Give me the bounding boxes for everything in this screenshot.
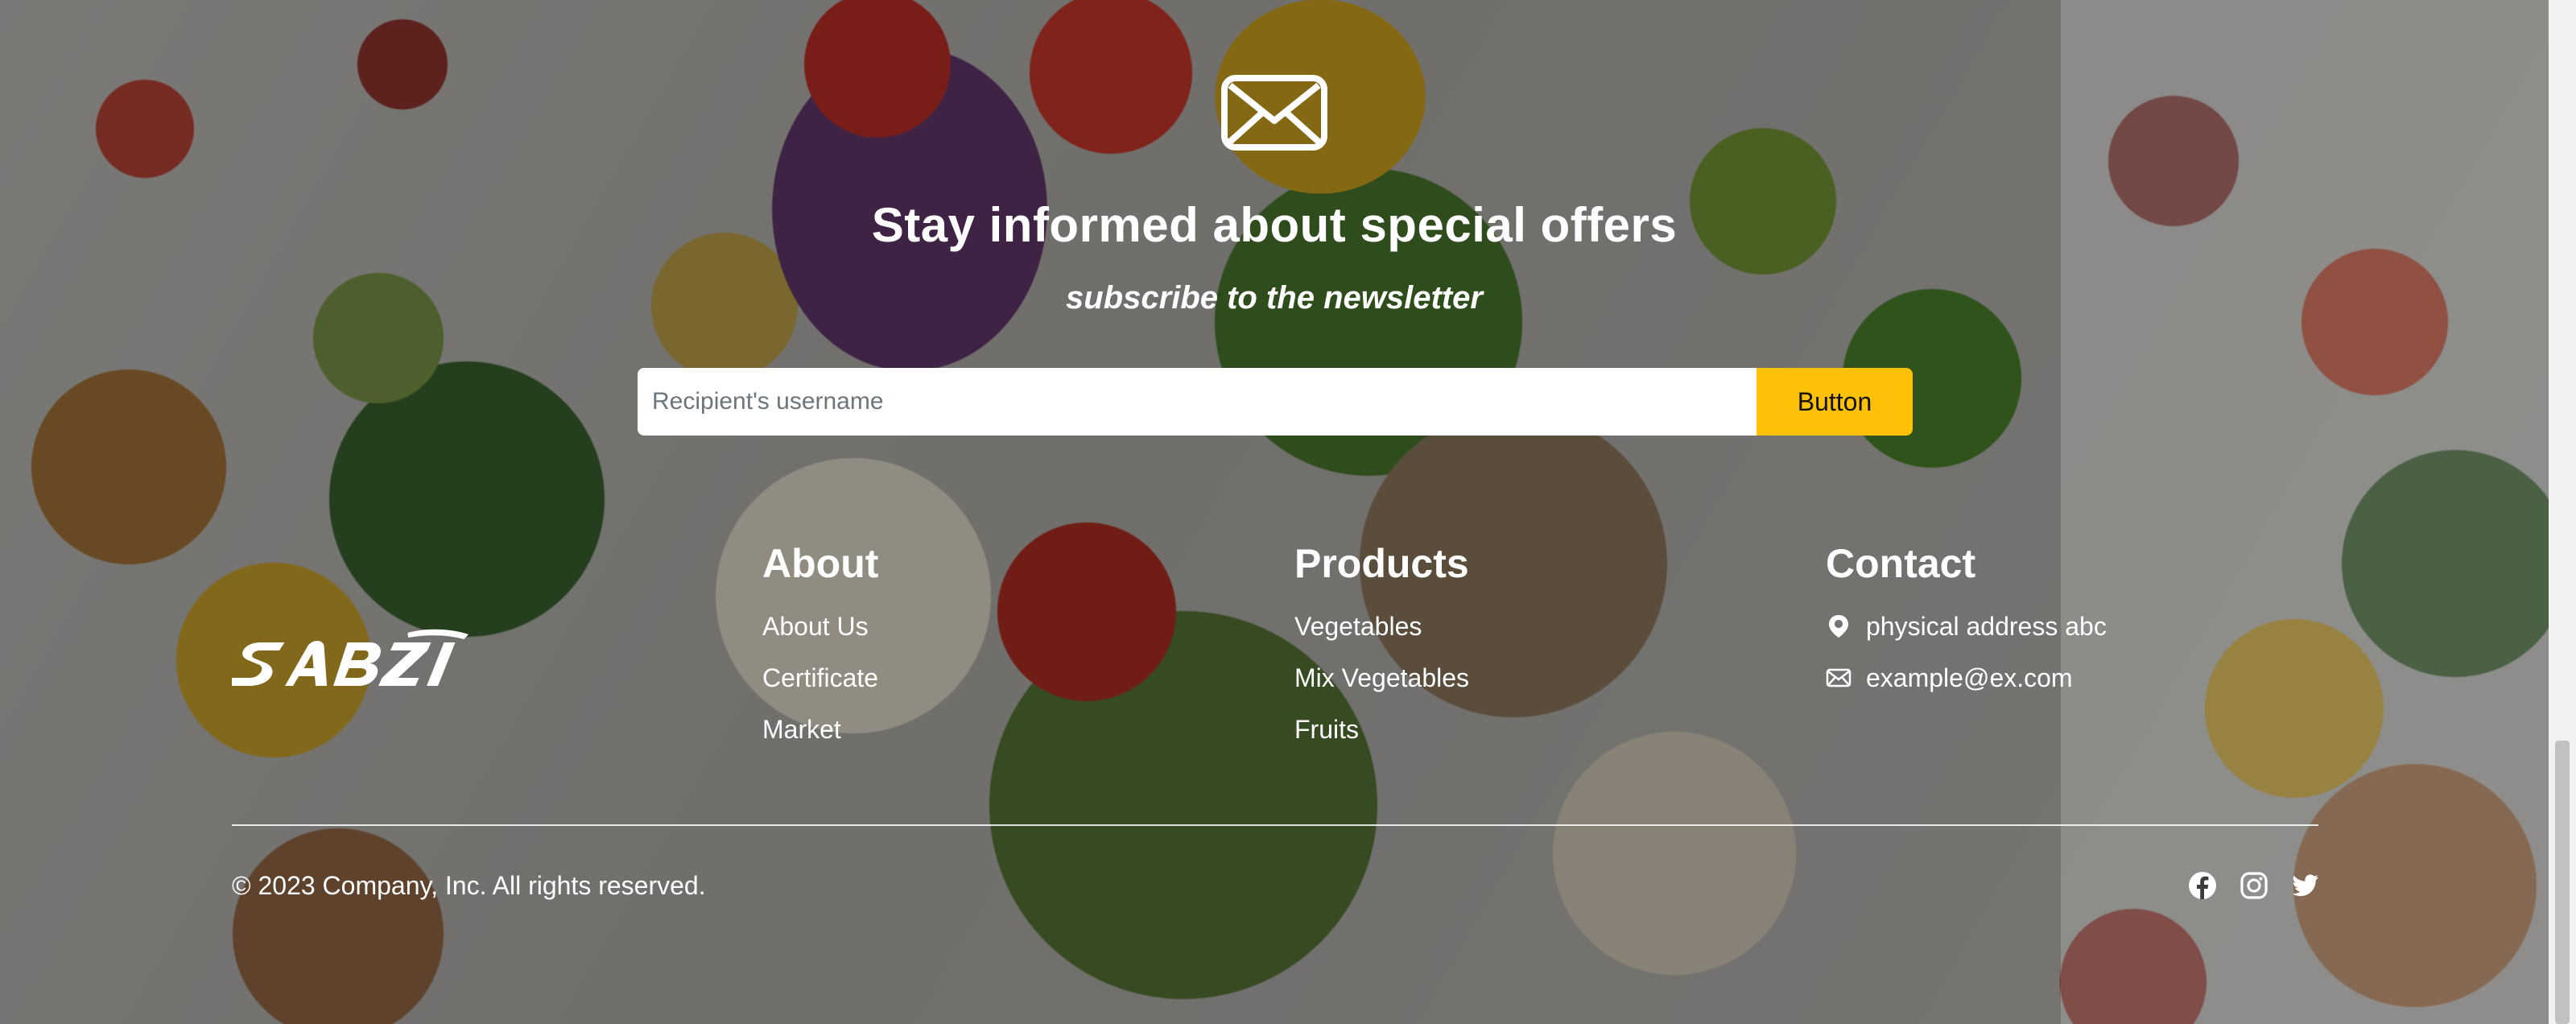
mix-vegetables-link[interactable]: Mix Vegetables — [1294, 663, 1469, 692]
page-scrollbar[interactable] — [2549, 0, 2576, 1024]
facebook-icon[interactable] — [2188, 871, 2217, 900]
list-item: Market — [762, 704, 878, 755]
map-pin-icon — [1829, 615, 1848, 638]
about-us-link[interactable]: About Us — [762, 612, 869, 641]
contact-email-link[interactable]: example@ex.com — [1866, 652, 2073, 704]
list-item: Fruits — [1294, 704, 1469, 755]
list-item: Vegetables — [1294, 601, 1469, 652]
list-item: About Us — [762, 601, 878, 652]
list-item: Certificate — [762, 652, 878, 704]
newsletter-title: Stay informed about special offers — [871, 198, 1678, 252]
products-links: Vegetables Mix Vegetables Fruits — [1294, 601, 1469, 755]
envelope-small-icon — [1826, 668, 1852, 687]
vegetables-link[interactable]: Vegetables — [1294, 612, 1422, 641]
subscribe-button[interactable]: Button — [1757, 368, 1913, 436]
contact-address: physical address abc — [1866, 612, 2107, 641]
twitter-icon[interactable] — [2291, 871, 2320, 900]
footer-about-column: About About Us Certificate Market — [762, 538, 878, 755]
envelope-icon — [1221, 75, 1327, 151]
certificate-link[interactable]: Certificate — [762, 663, 878, 692]
about-heading: About — [762, 541, 879, 586]
footer-contact-column: Contact physical address abc example@ex.… — [1826, 538, 2107, 704]
recipient-username-input[interactable] — [638, 368, 1757, 436]
sabzi-logo[interactable] — [232, 628, 473, 700]
contact-heading: Contact — [1826, 541, 1976, 586]
page: Stay informed about special offers subsc… — [0, 0, 2576, 1024]
scrollbar-thumb[interactable] — [2555, 741, 2570, 1024]
newsletter-subtitle: subscribe to the newsletter — [1066, 280, 1483, 316]
fruits-link[interactable]: Fruits — [1294, 715, 1359, 744]
footer-products-column: Products Vegetables Mix Vegetables Fruit… — [1294, 538, 1469, 755]
contact-email-row: example@ex.com — [1826, 652, 2107, 704]
products-heading: Products — [1294, 541, 1469, 586]
about-links: About Us Certificate Market — [762, 601, 878, 755]
market-link[interactable]: Market — [762, 715, 841, 744]
copyright-text: © 2023 Company, Inc. All rights reserved… — [232, 871, 706, 900]
social-links — [2188, 871, 2320, 900]
instagram-icon[interactable] — [2240, 871, 2268, 900]
subscribe-form: Button — [638, 368, 1913, 436]
contact-address-row: physical address abc — [1826, 601, 2107, 652]
list-item: Mix Vegetables — [1294, 652, 1469, 704]
footer-divider — [232, 824, 2318, 826]
contact-list: physical address abc example@ex.com — [1826, 601, 2107, 704]
